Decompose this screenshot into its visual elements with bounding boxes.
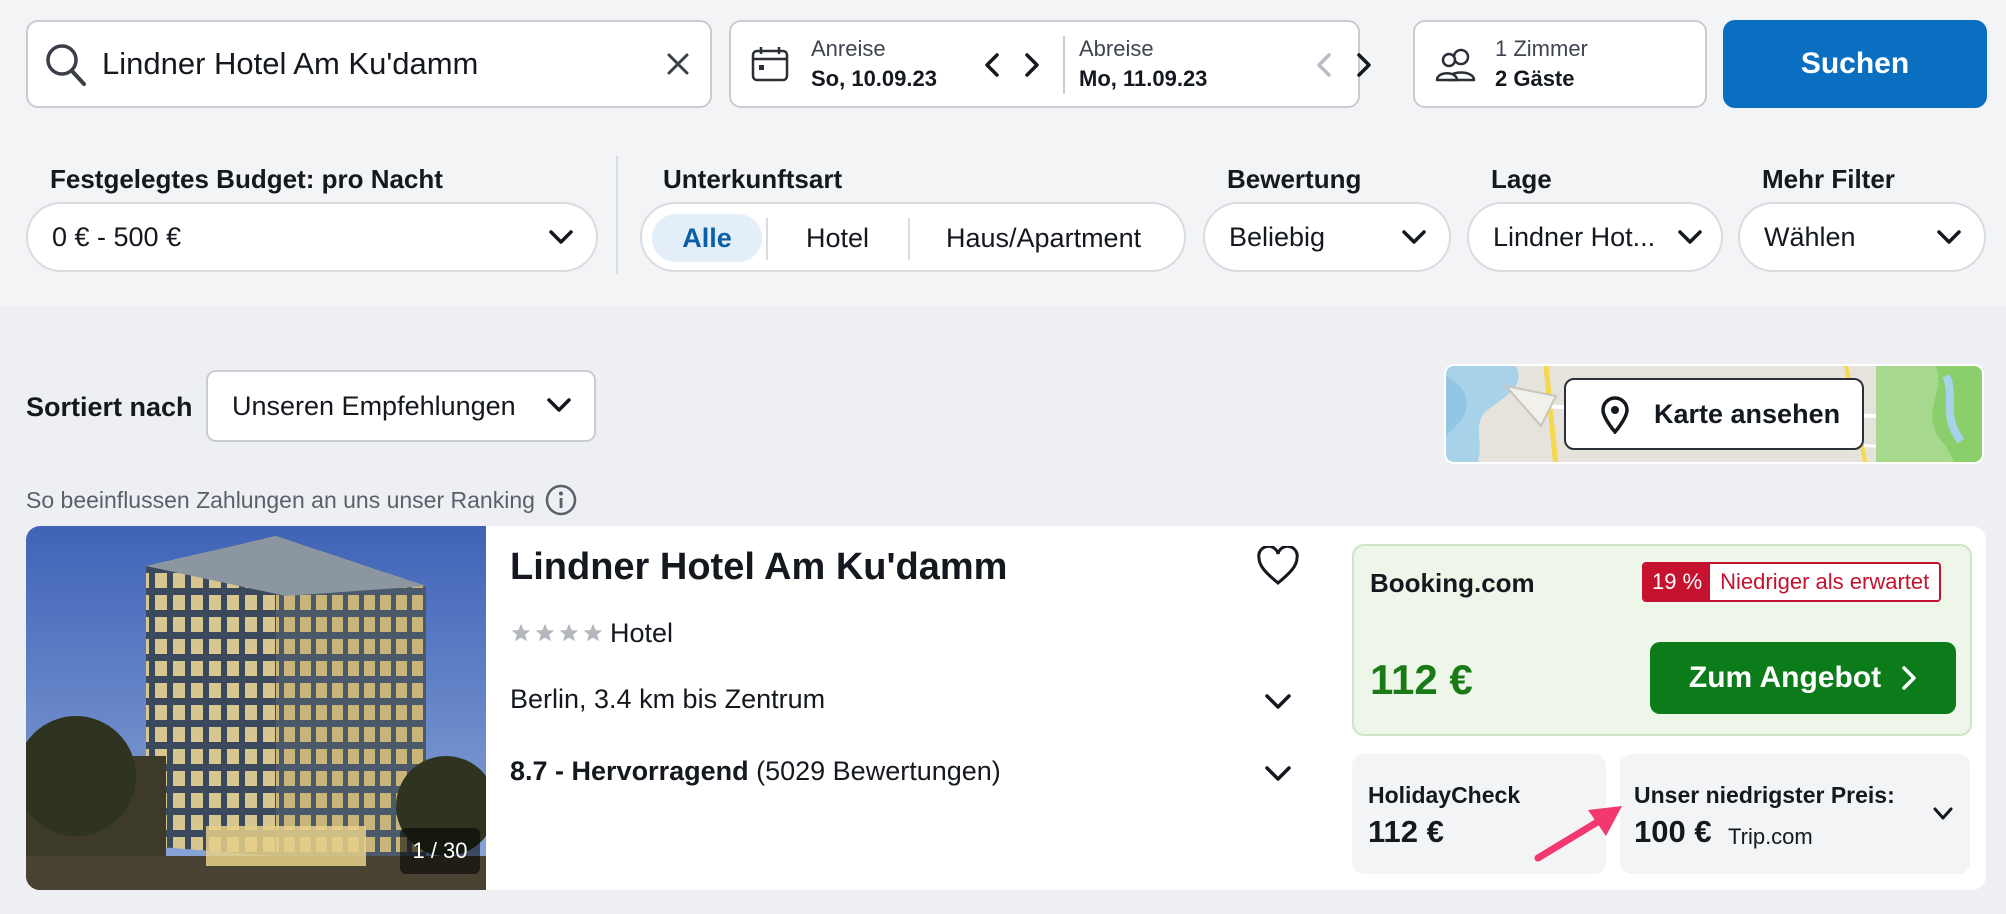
view-map-button[interactable]: Karte ansehen xyxy=(1564,378,1864,450)
search-button[interactable]: Suchen xyxy=(1723,20,1987,108)
checkout-prev-icon[interactable] xyxy=(1315,52,1333,78)
chevron-down-icon[interactable] xyxy=(1932,806,1954,822)
more-filters-value: Wählen xyxy=(1764,221,1856,252)
main-price: 112 € xyxy=(1370,656,1473,703)
hotel-type: Hotel xyxy=(610,618,674,648)
star-icon xyxy=(511,623,531,642)
lowest-price-label: Unser niedrigster Preis: xyxy=(1634,782,1895,808)
heart-icon[interactable] xyxy=(1256,546,1300,586)
sort-label: Sortiert nach xyxy=(26,392,193,422)
chevron-down-icon[interactable] xyxy=(1264,692,1292,712)
type-option-alle[interactable]: Alle xyxy=(652,214,762,262)
budget-select[interactable]: 0 € - 500 € xyxy=(26,202,598,272)
hotel-result-card: 1 / 30 Lindner Hotel Am Ku'damm Hotel Be… xyxy=(26,526,1986,890)
chevron-down-icon xyxy=(1401,228,1427,246)
lowest-price-provider: Trip.com xyxy=(1728,824,1813,849)
checkin-prev-icon[interactable] xyxy=(983,52,1001,78)
alt-provider-name: HolidayCheck xyxy=(1368,782,1521,808)
view-deal-label: Zum Angebot xyxy=(1688,661,1882,694)
rating-score: 8.7 - Hervorragend xyxy=(510,756,749,786)
hotel-stars xyxy=(510,622,604,644)
rating-label: Bewertung xyxy=(1227,164,1362,194)
star-icon xyxy=(583,623,603,642)
chevron-down-icon[interactable] xyxy=(1264,764,1292,784)
more-filters-select[interactable]: Wählen xyxy=(1738,202,1986,272)
sort-select[interactable]: Unseren Empfehlungen xyxy=(206,370,596,442)
location-label: Lage xyxy=(1491,164,1552,194)
hotel-rating: 8.7 - Hervorragend (5029 Bewertungen) xyxy=(510,756,1001,787)
type-option-hotel[interactable]: Hotel xyxy=(806,214,869,262)
ranking-note-text: So beeinflussen Zahlungen an uns unser R… xyxy=(26,486,535,513)
deal-text: Niedriger als erwartet xyxy=(1710,564,1940,600)
hotel-title[interactable]: Lindner Hotel Am Ku'damm xyxy=(510,546,1007,589)
image-counter: 1 / 30 xyxy=(400,828,480,874)
date-picker[interactable]: Anreise So, 10.09.23 Abreise Mo, 11.09.2… xyxy=(729,20,1371,108)
segment-divider xyxy=(766,218,768,260)
annotation-arrow-icon xyxy=(1530,800,1630,866)
info-icon xyxy=(545,484,577,516)
sort-value: Unseren Empfehlungen xyxy=(232,390,516,421)
chevron-down-icon xyxy=(546,396,572,414)
star-icon xyxy=(535,623,555,642)
chevron-down-icon xyxy=(548,228,574,246)
checkout-label: Abreise xyxy=(1079,36,1154,61)
rooms-value: 1 Zimmer xyxy=(1495,36,1588,61)
hotel-location: Berlin, 3.4 km bis Zentrum xyxy=(510,684,826,714)
rating-value: Beliebig xyxy=(1229,221,1326,252)
deal-percent: 19 % xyxy=(1644,564,1711,600)
clear-icon[interactable] xyxy=(666,52,690,76)
calendar-icon xyxy=(751,46,789,82)
budget-value: 0 € - 500 € xyxy=(52,221,182,252)
location-select[interactable]: Lindner Hot... xyxy=(1467,202,1723,272)
chevron-right-icon xyxy=(1901,665,1917,691)
deal-badge: 19 % Niedriger als erwartet xyxy=(1642,562,1942,602)
chevron-down-icon xyxy=(1936,228,1962,246)
rating-select[interactable]: Beliebig xyxy=(1203,202,1451,272)
checkin-value: So, 10.09.23 xyxy=(811,66,937,91)
more-filters-label: Mehr Filter xyxy=(1762,164,1895,194)
type-label: Unterkunftsart xyxy=(663,164,843,194)
budget-label: Festgelegtes Budget: pro Nacht xyxy=(50,164,443,194)
location-value: Lindner Hot... xyxy=(1493,221,1656,252)
guests-icon xyxy=(1435,48,1479,82)
checkin-next-icon[interactable] xyxy=(1023,52,1041,78)
type-segmented-control: Alle Hotel Haus/Apartment xyxy=(640,202,1186,272)
checkout-value: Mo, 11.09.23 xyxy=(1079,66,1208,91)
main-offer[interactable]: Booking.com 19 % Niedriger als erwartet … xyxy=(1352,544,1972,736)
ranking-note[interactable]: So beeinflussen Zahlungen an uns unser R… xyxy=(26,484,577,516)
search-query: Lindner Hotel Am Ku'damm xyxy=(102,46,479,81)
provider-name: Booking.com xyxy=(1370,568,1535,598)
checkout-next-icon[interactable] xyxy=(1355,52,1373,78)
view-map-label: Karte ansehen xyxy=(1654,398,1841,429)
filter-divider xyxy=(616,156,618,274)
guests-value: 2 Gäste xyxy=(1495,66,1575,91)
segment-divider xyxy=(908,218,910,260)
date-divider xyxy=(1063,36,1065,94)
location-pin-icon xyxy=(1600,396,1630,434)
view-deal-button[interactable]: Zum Angebot xyxy=(1650,642,1956,714)
checkin-label: Anreise xyxy=(811,36,886,61)
rating-count: (5029 Bewertungen) xyxy=(756,756,1001,786)
guests-picker[interactable]: 1 Zimmer 2 Gäste xyxy=(1413,20,1707,108)
chevron-down-icon xyxy=(1677,228,1703,246)
type-option-apartment[interactable]: Haus/Apartment xyxy=(946,214,1141,262)
lowest-price: 100 € xyxy=(1634,814,1712,849)
search-icon xyxy=(44,42,88,88)
lowest-price-offer[interactable]: Unser niedrigster Preis: 100 € Trip.com xyxy=(1620,754,1970,874)
alt-price: 112 € xyxy=(1368,814,1444,849)
search-input[interactable]: Lindner Hotel Am Ku'damm xyxy=(26,20,712,108)
star-icon xyxy=(559,623,579,642)
